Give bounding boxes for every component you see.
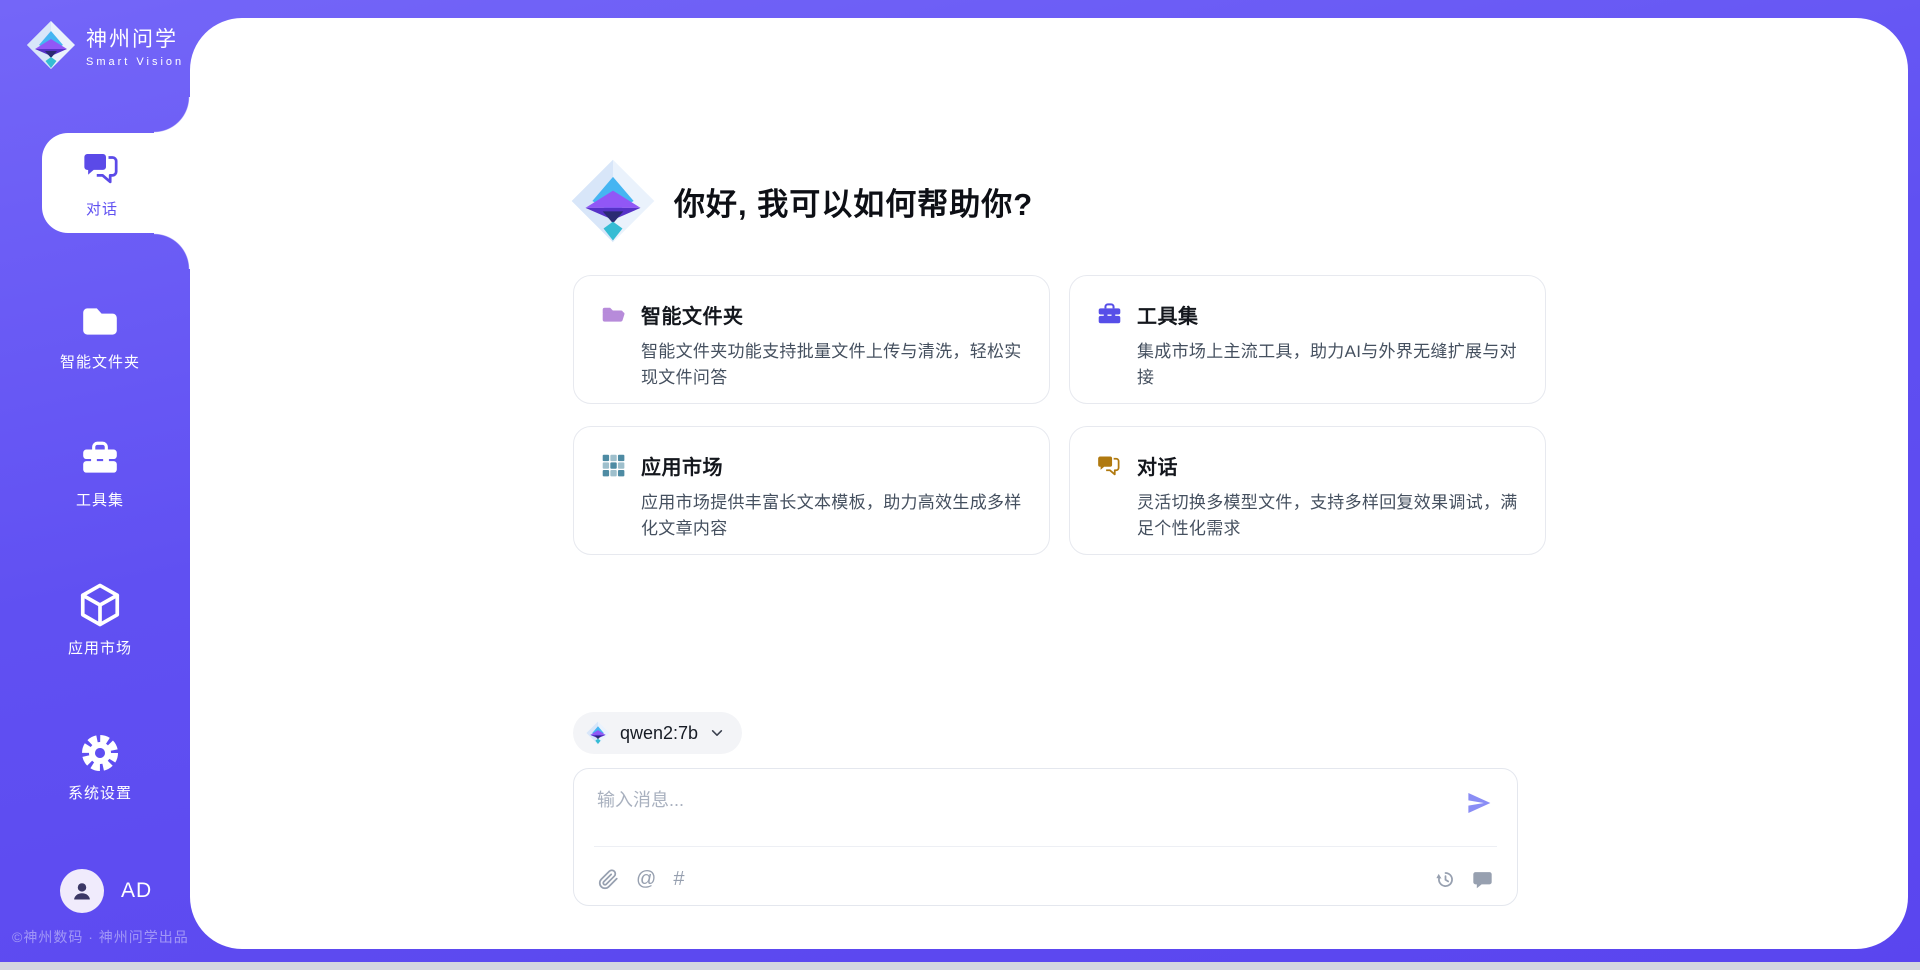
brand-name: 神州问学 <box>86 23 184 53</box>
model-selector[interactable]: qwen2:7b <box>573 712 742 754</box>
comment-icon[interactable] <box>1472 869 1493 890</box>
card-title: 应用市场 <box>641 451 723 480</box>
brand-logo-block: 神州问学 Smart Vision <box>26 20 184 70</box>
message-input[interactable] <box>597 784 1417 816</box>
brand-subtitle: Smart Vision <box>86 56 184 68</box>
tab-fillet-top <box>154 97 190 133</box>
card-toolset[interactable]: 工具集 集成市场上主流工具，助力AI与外界无缝扩展与对接 <box>1069 275 1546 404</box>
composer-tools-left: @ # <box>598 869 684 890</box>
send-icon[interactable] <box>1466 790 1492 816</box>
horizontal-scrollbar[interactable] <box>0 962 1920 970</box>
sidebar-item-chat[interactable]: 对话 <box>42 133 190 233</box>
model-name: qwen2:7b <box>620 723 698 744</box>
card-description: 智能文件夹功能支持批量文件上传与清洗，轻松实现文件问答 <box>641 339 1023 390</box>
card-smart-folder[interactable]: 智能文件夹 智能文件夹功能支持批量文件上传与清洗，轻松实现文件问答 <box>573 275 1050 404</box>
folder-icon <box>79 300 121 342</box>
cube-icon <box>77 582 123 628</box>
greeting-block: 你好, 我可以如何帮助你? <box>570 158 1033 244</box>
sidebar-item-app-market[interactable]: 应用市场 <box>42 582 158 658</box>
card-description: 灵活切换多模型文件，支持多样回复效果调试，满足个性化需求 <box>1137 490 1519 541</box>
feature-cards: 智能文件夹 智能文件夹功能支持批量文件上传与清洗，轻松实现文件问答 工具集 集成… <box>573 275 1518 555</box>
sidebar-item-label: 智能文件夹 <box>60 351 140 372</box>
model-diamond-icon <box>586 721 610 745</box>
greeting-text: 你好, 我可以如何帮助你? <box>674 179 1033 224</box>
card-title: 对话 <box>1137 451 1178 480</box>
sidebar-item-smart-folder[interactable]: 智能文件夹 <box>42 300 158 372</box>
briefcase-icon <box>79 438 121 480</box>
history-icon[interactable] <box>1435 869 1456 890</box>
paperclip-icon[interactable] <box>598 869 619 890</box>
sidebar-item-toolset[interactable]: 工具集 <box>42 438 158 510</box>
hashtag-icon[interactable]: # <box>673 869 684 890</box>
app-window: 神州问学 Smart Vision 对话 智能文件夹 工具集 应用市场 系统设置 <box>0 0 1920 970</box>
composer-tools-right <box>1435 869 1493 890</box>
gear-icon <box>80 733 120 773</box>
avatar <box>60 869 104 913</box>
chat-bubbles-icon <box>81 147 123 189</box>
card-title: 工具集 <box>1137 300 1199 329</box>
brand-diamond-icon <box>26 20 76 70</box>
card-description: 集成市场上主流工具，助力AI与外界无缝扩展与对接 <box>1137 339 1519 390</box>
sidebar-item-label: 系统设置 <box>68 782 132 803</box>
sidebar-item-label: 应用市场 <box>68 637 132 658</box>
mention-icon[interactable]: @ <box>636 869 656 890</box>
greeting-diamond-icon <box>570 158 656 244</box>
chevron-down-icon <box>710 726 724 740</box>
card-app-market[interactable]: 应用市场 应用市场提供丰富长文本模板，助力高效生成多样化文章内容 <box>573 426 1050 555</box>
user-name: AD <box>121 879 152 903</box>
sidebar-item-settings[interactable]: 系统设置 <box>42 733 158 803</box>
folder-open-icon <box>600 301 627 328</box>
person-icon <box>69 878 95 904</box>
composer-divider <box>594 846 1497 847</box>
sidebar-item-label: 工具集 <box>76 489 124 510</box>
sidebar-item-label: 对话 <box>86 198 118 219</box>
chat-bubbles-icon <box>1096 452 1123 479</box>
card-description: 应用市场提供丰富长文本模板，助力高效生成多样化文章内容 <box>641 490 1023 541</box>
user-account[interactable]: AD <box>60 869 152 913</box>
grid-icon <box>600 452 627 479</box>
copyright-footer: ©神州数码 · 神州问学出品 <box>12 927 189 947</box>
tab-fillet-bottom <box>154 233 190 269</box>
card-chat[interactable]: 对话 灵活切换多模型文件，支持多样回复效果调试，满足个性化需求 <box>1069 426 1546 555</box>
message-composer: @ # <box>573 768 1518 906</box>
card-title: 智能文件夹 <box>641 300 744 329</box>
briefcase-icon <box>1096 301 1123 328</box>
